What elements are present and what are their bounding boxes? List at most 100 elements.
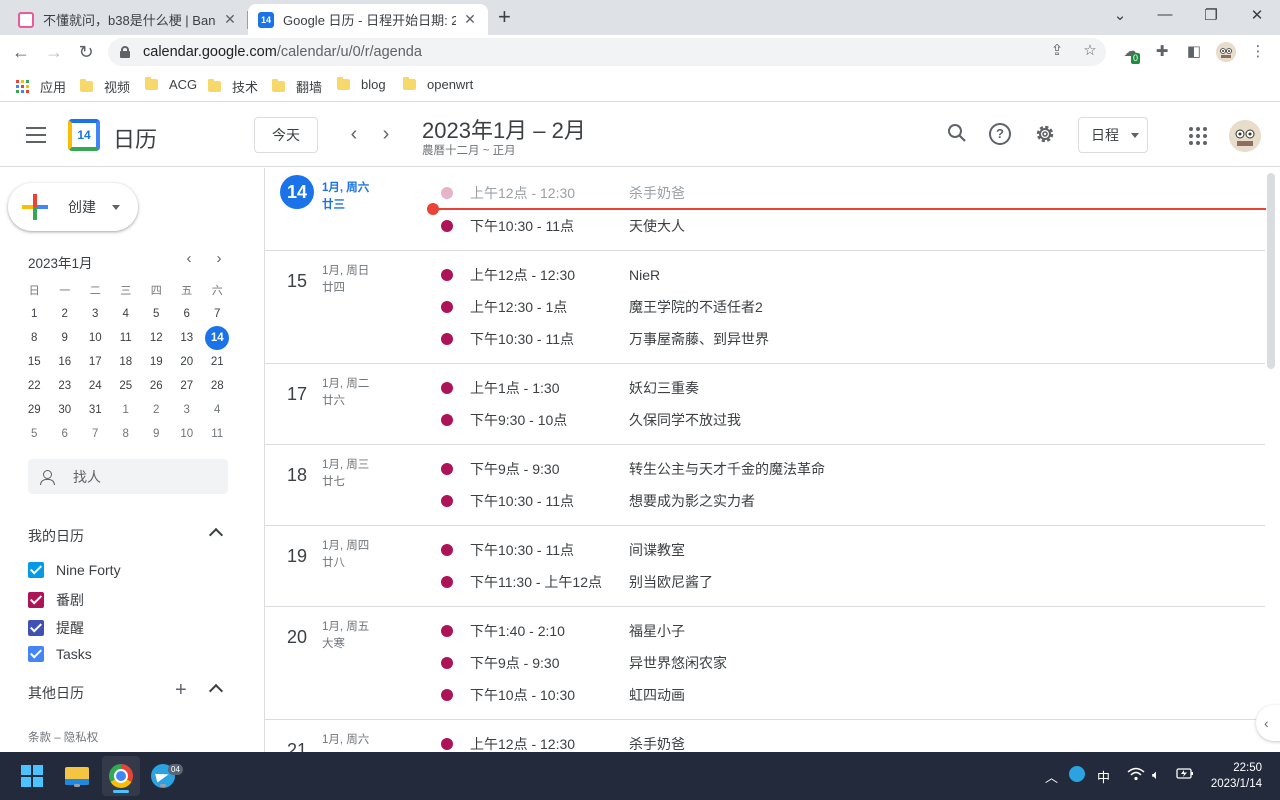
mini-calendar-previous-icon[interactable]: ‹: [179, 250, 199, 267]
mini-calendar-today[interactable]: 14: [202, 326, 233, 350]
mini-calendar-day[interactable]: 3: [80, 302, 111, 326]
bookmark-folder-proxy[interactable]: 翻墙: [272, 77, 322, 96]
lock-icon[interactable]: [120, 46, 130, 58]
side-panel-icon[interactable]: ◧: [1184, 42, 1204, 62]
mini-calendar-day[interactable]: 2: [50, 302, 81, 326]
terms-privacy-link[interactable]: 条款 – 隐私权: [28, 729, 98, 745]
mini-calendar-day[interactable]: 6: [50, 422, 81, 446]
mini-calendar-day[interactable]: 23: [50, 374, 81, 398]
mini-calendar-day[interactable]: 16: [50, 350, 81, 374]
checkbox-checked[interactable]: [28, 562, 44, 578]
event-item[interactable]: 下午1:40 - 2:10 福星小子: [441, 621, 685, 641]
mini-calendar-day[interactable]: 26: [141, 374, 172, 398]
volume-icon[interactable]: 🔈︎: [1152, 767, 1160, 783]
mini-calendar-day[interactable]: 21: [202, 350, 233, 374]
mini-calendar-day[interactable]: 7: [202, 302, 233, 326]
mini-calendar-day[interactable]: 12: [141, 326, 172, 350]
browser-tab-calendar[interactable]: 14 Google 日历 - 日程开始日期: 2023 ✕: [248, 4, 488, 35]
forward-button[interactable]: →: [43, 41, 65, 63]
mini-calendar-day[interactable]: 18: [111, 350, 142, 374]
collapse-chevron-up-icon[interactable]: [208, 524, 224, 540]
day-number[interactable]: 21: [280, 733, 314, 753]
browser-tab-bangumi[interactable]: 不懂就问，b38是什么梗 | Bangumi ✕: [8, 4, 248, 35]
other-calendars-title[interactable]: 其他日历: [28, 683, 84, 703]
event-item[interactable]: 下午9:30 - 10点 久保同学不放过我: [441, 410, 741, 430]
mini-calendar-day[interactable]: 11: [202, 422, 233, 446]
checkbox-checked[interactable]: [28, 620, 44, 636]
mini-calendar-day[interactable]: 30: [50, 398, 81, 422]
browser-menu-icon[interactable]: ⋮: [1248, 42, 1268, 62]
mini-calendar-day[interactable]: 2: [141, 398, 172, 422]
bookmark-folder-blog[interactable]: blog: [337, 77, 386, 92]
event-item[interactable]: 下午9点 - 9:30 转生公主与天才千金的魔法革命: [441, 459, 825, 479]
event-item[interactable]: 下午11:30 - 上午12点 别当欧尼酱了: [441, 572, 713, 592]
wifi-icon[interactable]: [1127, 767, 1145, 784]
day-number-today[interactable]: 14: [280, 175, 314, 209]
bookmark-folder-videos[interactable]: 视频: [80, 77, 130, 96]
event-item[interactable]: 上午12点 - 12:30 杀手奶爸: [441, 183, 685, 203]
mini-calendar-day[interactable]: 19: [141, 350, 172, 374]
close-window-button[interactable]: ✕: [1247, 6, 1267, 24]
mini-calendar-day[interactable]: 6: [172, 302, 203, 326]
mini-calendar-day[interactable]: 8: [111, 422, 142, 446]
event-item[interactable]: 上午12:30 - 1点 魔王学院的不适任者2: [441, 297, 763, 317]
mini-calendar-day[interactable]: 4: [111, 302, 142, 326]
agenda-scrollbar[interactable]: [1267, 173, 1275, 369]
mini-calendar-day[interactable]: 13: [172, 326, 203, 350]
browser-profile-avatar[interactable]: [1216, 42, 1236, 62]
google-apps-icon[interactable]: [1189, 127, 1207, 145]
calendar-item-anime[interactable]: 番剧: [28, 590, 84, 610]
file-explorer-icon[interactable]: [63, 762, 91, 790]
back-button[interactable]: ←: [10, 41, 32, 63]
event-item[interactable]: 上午12点 - 12:30 NieR: [441, 265, 660, 285]
main-menu-icon[interactable]: [26, 127, 46, 143]
mini-calendar-day[interactable]: 5: [141, 302, 172, 326]
next-period-chevron-icon[interactable]: ›: [374, 123, 398, 146]
bookmark-folder-openwrt[interactable]: openwrt: [403, 77, 473, 92]
telegram-tray-icon[interactable]: [1069, 766, 1085, 785]
checkbox-checked[interactable]: [28, 592, 44, 608]
mini-calendar-day[interactable]: 5: [19, 422, 50, 446]
add-other-calendar-plus-icon[interactable]: +: [175, 679, 187, 702]
cloud-extension-icon[interactable]: ☁ 0: [1121, 42, 1141, 64]
chrome-taskbar-icon[interactable]: [102, 756, 140, 796]
dropdown-caret-icon[interactable]: [112, 205, 120, 210]
day-number[interactable]: 17: [280, 377, 314, 411]
address-bar[interactable]: calendar.google.com/calendar/u/0/r/agend…: [108, 38, 1106, 66]
mini-calendar-next-icon[interactable]: ›: [209, 250, 229, 267]
view-switcher-dropdown[interactable]: 日程: [1078, 117, 1148, 153]
event-item[interactable]: 下午10:30 - 11点 间谍教室: [441, 540, 685, 560]
mini-calendar-day[interactable]: 20: [172, 350, 203, 374]
mini-calendar-day[interactable]: 10: [80, 326, 111, 350]
day-number[interactable]: 20: [280, 620, 314, 654]
day-number[interactable]: 19: [280, 539, 314, 573]
calendar-item-tasks[interactable]: Tasks: [28, 646, 92, 662]
event-item[interactable]: 下午10:30 - 11点 天使大人: [441, 216, 685, 236]
day-number[interactable]: 18: [280, 458, 314, 492]
mini-calendar-day[interactable]: 3: [172, 398, 203, 422]
event-item[interactable]: 下午10:30 - 11点 万事屋斋藤、到异世界: [441, 329, 769, 349]
search-icon[interactable]: [945, 123, 969, 147]
mini-calendar-day[interactable]: 27: [172, 374, 203, 398]
tray-overflow-chevron-icon[interactable]: ︿: [1045, 767, 1058, 786]
day-number[interactable]: 15: [280, 264, 314, 298]
mini-calendar-day[interactable]: 11: [111, 326, 142, 350]
mini-calendar-day[interactable]: 25: [111, 374, 142, 398]
bookmark-folder-tech[interactable]: 技术: [208, 77, 258, 96]
tab-search-chevron-icon[interactable]: ⌄: [1110, 6, 1130, 24]
input-method-indicator[interactable]: 中: [1097, 767, 1110, 786]
event-item[interactable]: 上午1点 - 1:30 妖幻三重奏: [441, 378, 699, 398]
mini-calendar-day[interactable]: 9: [141, 422, 172, 446]
calendar-item-reminders[interactable]: 提醒: [28, 618, 84, 638]
share-icon[interactable]: ⇪: [1047, 41, 1067, 59]
bookmark-folder-acg[interactable]: ACG: [145, 77, 197, 92]
event-item[interactable]: 上午12点 - 12:30 杀手奶爸: [441, 734, 685, 752]
reload-button[interactable]: ↻: [75, 41, 97, 63]
mini-calendar-day[interactable]: 24: [80, 374, 111, 398]
account-avatar[interactable]: [1229, 120, 1261, 152]
calendar-item-nine-forty[interactable]: Nine Forty: [28, 562, 121, 578]
create-button[interactable]: 创建: [8, 183, 138, 231]
close-tab-icon[interactable]: ✕: [462, 11, 478, 28]
mini-calendar-day[interactable]: 15: [19, 350, 50, 374]
system-clock[interactable]: 22:50 2023/1/14: [1204, 760, 1262, 792]
